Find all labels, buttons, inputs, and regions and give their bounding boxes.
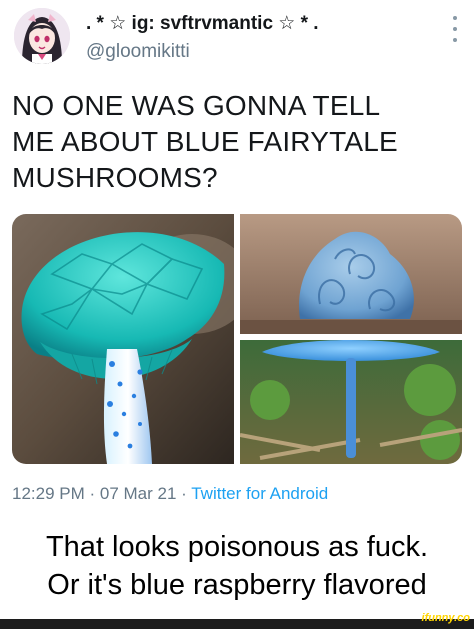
tweet-card: . * ☆ ig: svftrvmantic ☆ * . @gloomikitt… [0,0,474,515]
tweet-meta: 12:29 PM · 07 Mar 21 · Twitter for Andro… [12,484,328,504]
tweet-time[interactable]: 12:29 PM [12,484,85,503]
meta-separator-2: · [176,484,192,503]
display-name[interactable]: . * ☆ ig: svftrvmantic ☆ * . [86,12,319,35]
media-image-blue-pinkgill[interactable] [240,340,462,464]
ifunny-watermark: ifunny.co [421,612,470,624]
tweet-text: NO ONE WAS GONNA TELL ME ABOUT BLUE FAIR… [12,90,398,193]
media-grid [12,214,462,464]
user-handle[interactable]: @gloomikitti [86,41,190,63]
media-image-teal-mushroom[interactable] [12,214,234,464]
media-image-blue-brain-mushroom[interactable] [240,214,462,334]
meta-separator-1: · [84,484,100,503]
reply-caption: That looks poisonous as fuck. Or it's bl… [45,531,429,601]
bottom-bar [0,619,474,629]
anime-avatar-icon [14,8,70,64]
tweet-date[interactable]: 07 Mar 21 [100,484,177,503]
avatar[interactable] [14,8,70,64]
more-vertical-icon[interactable] [450,16,460,42]
tweet-client-link[interactable]: Twitter for Android [191,484,328,503]
